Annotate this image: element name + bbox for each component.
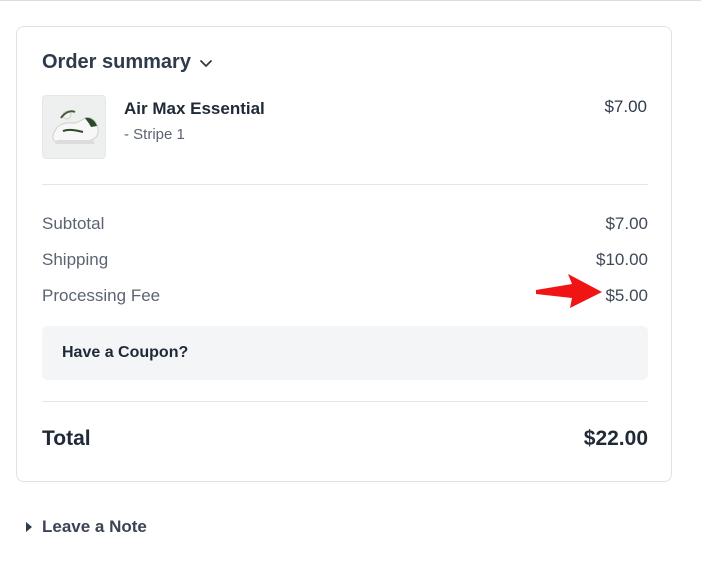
subtotal-label: Subtotal xyxy=(42,214,105,233)
total-label: Total xyxy=(42,427,91,450)
top-divider xyxy=(0,0,701,1)
order-summary-heading: Order summary xyxy=(42,51,191,73)
subtotal-value: $7.00 xyxy=(605,214,648,233)
chevron-down-icon xyxy=(200,59,212,67)
total-value: $22.00 xyxy=(583,427,648,450)
shipping-value: $10.00 xyxy=(596,250,648,269)
order-summary-card: Order summary Air Max Essential - Stripe… xyxy=(16,26,672,482)
divider xyxy=(42,184,648,185)
shipping-label: Shipping xyxy=(42,250,109,269)
subtotal-row: Subtotal $7.00 xyxy=(42,214,648,234)
product-variant: - Stripe 1 xyxy=(124,126,185,143)
product-price: $7.00 xyxy=(604,97,647,116)
divider xyxy=(42,401,648,402)
caret-right-icon xyxy=(26,522,32,532)
product-name: Air Max Essential xyxy=(124,99,265,118)
leave-note-label: Leave a Note xyxy=(42,517,147,536)
shipping-row: Shipping $10.00 xyxy=(42,250,648,270)
red-arrow-annotation xyxy=(536,274,602,308)
coupon-toggle[interactable]: Have a Coupon? xyxy=(42,326,648,380)
coupon-label: Have a Coupon? xyxy=(62,344,189,361)
processing-fee-value: $5.00 xyxy=(605,286,648,305)
order-summary-toggle[interactable]: Order summary xyxy=(42,51,213,74)
total-row: Total $22.00 xyxy=(42,427,648,451)
processing-fee-label: Processing Fee xyxy=(42,286,161,305)
leave-note-toggle[interactable]: Leave a Note xyxy=(26,517,147,537)
product-thumbnail xyxy=(42,95,106,159)
sneaker-thumbnail xyxy=(43,96,105,158)
